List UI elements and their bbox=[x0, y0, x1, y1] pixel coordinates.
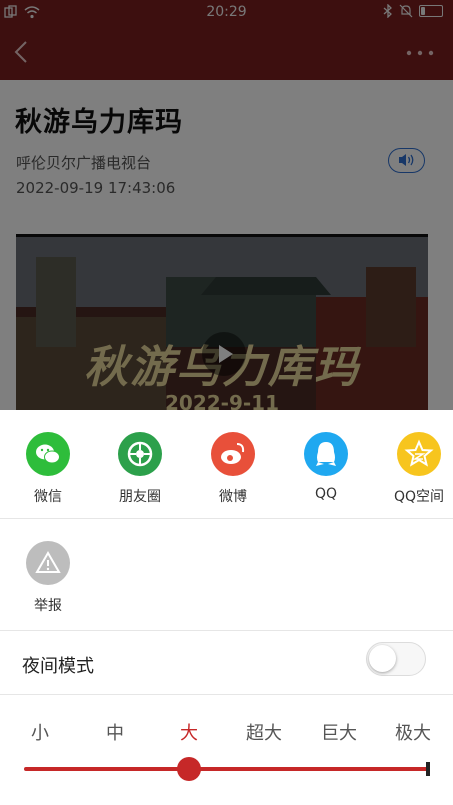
share-row: 微信 朋友圈 微博 QQ QQ空间 bbox=[0, 410, 453, 518]
share-item-weibo[interactable]: 微博 bbox=[193, 432, 273, 506]
warning-icon bbox=[26, 541, 70, 585]
share-label: 微博 bbox=[219, 489, 247, 505]
moments-icon bbox=[118, 432, 162, 476]
divider bbox=[0, 518, 453, 519]
dim-overlay[interactable] bbox=[0, 0, 453, 410]
wechat-icon bbox=[26, 432, 70, 476]
share-item-qzone[interactable]: QQ空间 bbox=[379, 432, 453, 506]
share-item-moments[interactable]: 朋友圈 bbox=[100, 432, 180, 506]
font-size-option[interactable]: 超大 bbox=[234, 719, 294, 745]
share-sheet: 微信 朋友圈 微博 QQ QQ空间 举报 夜间模式 小 中 大 超大 巨大 极大 bbox=[0, 410, 453, 805]
report-button[interactable]: 举报 bbox=[8, 541, 88, 615]
share-label: 微信 bbox=[34, 489, 62, 505]
font-size-option[interactable]: 大 bbox=[159, 719, 219, 745]
font-size-options: 小 中 大 超大 巨大 极大 bbox=[0, 719, 453, 749]
night-mode-label: 夜间模式 bbox=[22, 656, 94, 677]
toggle-knob bbox=[369, 645, 396, 672]
weibo-icon bbox=[211, 432, 255, 476]
share-item-wechat[interactable]: 微信 bbox=[8, 432, 88, 506]
share-label: QQ bbox=[314, 486, 338, 502]
qq-icon bbox=[304, 432, 348, 476]
font-size-slider-thumb[interactable] bbox=[177, 757, 201, 781]
report-label: 举报 bbox=[34, 598, 62, 614]
share-label: 朋友圈 bbox=[119, 489, 161, 505]
qzone-icon bbox=[397, 432, 441, 476]
font-size-option[interactable]: 中 bbox=[85, 719, 145, 745]
share-item-qq[interactable]: QQ bbox=[286, 432, 366, 502]
slider-end-marker bbox=[426, 762, 430, 776]
share-label: QQ空间 bbox=[393, 489, 445, 505]
font-size-option[interactable]: 巨大 bbox=[309, 719, 369, 745]
divider bbox=[0, 694, 453, 695]
font-size-option[interactable]: 小 bbox=[10, 719, 70, 745]
divider bbox=[0, 630, 453, 631]
font-size-option[interactable]: 极大 bbox=[383, 719, 443, 745]
font-size-slider-track[interactable] bbox=[24, 767, 430, 771]
night-mode-toggle[interactable] bbox=[366, 642, 426, 676]
